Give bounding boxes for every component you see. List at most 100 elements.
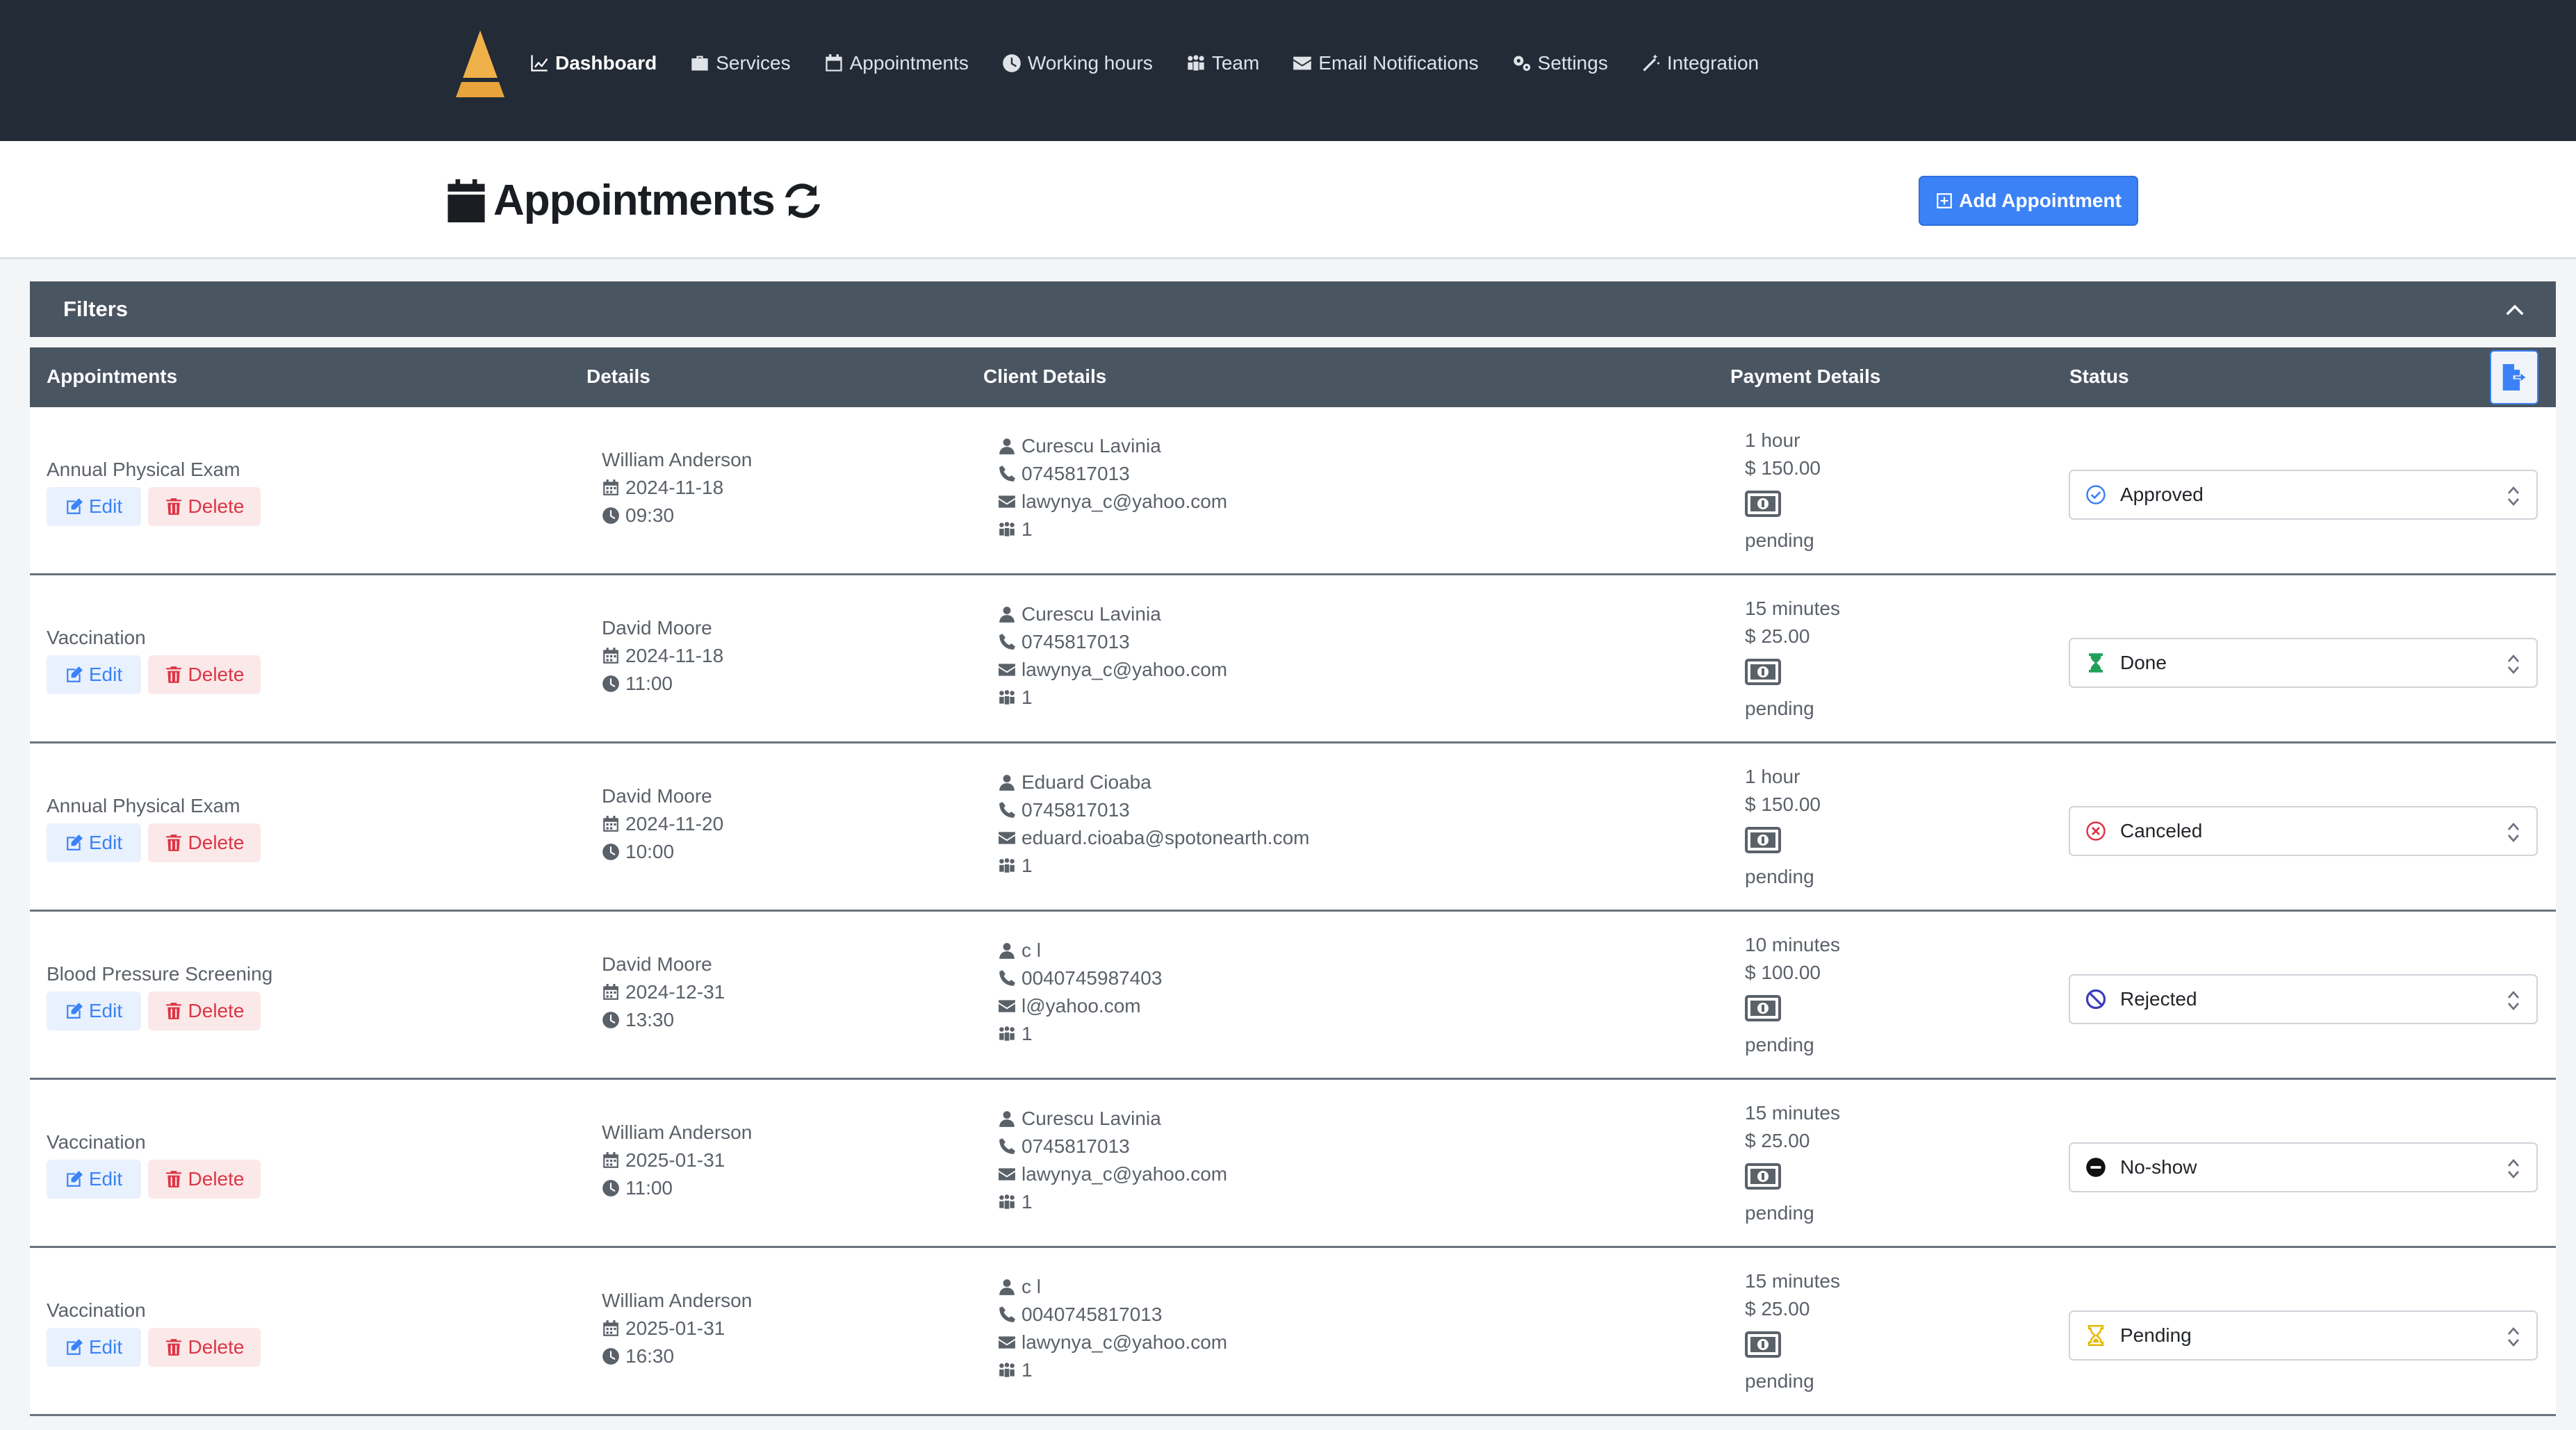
column-header-client-details[interactable]: Client Details [983,365,1106,388]
client-persons: 1 [998,1023,1033,1045]
column-header-payment-details[interactable]: Payment Details [1730,365,1880,388]
service-duration: 15 minutes [1745,598,1840,619]
service-price: $ 100.00 [1745,962,1821,983]
nav-item-working-hours[interactable]: Working hours [1002,52,1153,74]
briefcase-icon [691,56,708,71]
status-select[interactable]: Rejected [2069,974,2538,1024]
column-header-appointments[interactable]: Appointments [47,365,177,388]
phone-icon [999,1138,1015,1154]
status-select[interactable]: Done [2069,638,2538,688]
column-header-details[interactable]: Details [586,365,650,388]
edit-label: Edit [88,1336,123,1358]
plus-square-icon [1937,193,1952,208]
client-email-text: lawynya_c@yahoo.com [1022,659,1228,680]
delete-button[interactable]: Delete [148,655,261,694]
client-phone: 0745817013 [998,631,1130,653]
refresh-icon[interactable] [782,180,823,222]
nav-item-settings[interactable]: Settings [1512,52,1608,74]
delete-button[interactable]: Delete [148,823,261,862]
service-duration: 15 minutes [1745,1102,1840,1124]
delete-button[interactable]: Delete [148,1328,261,1367]
chevron-up-down-icon [2508,655,2519,674]
delete-button[interactable]: Delete [148,992,261,1030]
nav-item-integration[interactable]: Integration [1641,52,1759,74]
client-name: c l [998,939,1041,962]
status-select[interactable]: Pending [2069,1310,2538,1361]
edit-button[interactable]: Edit [47,992,141,1030]
service-price: $ 25.00 [1745,1298,1810,1320]
chevron-up-down-icon [2508,823,2519,842]
appointment-time: 10:00 [602,841,674,863]
file-export-icon [2502,364,2526,391]
delete-button[interactable]: Delete [148,487,261,526]
client-name: Curescu Lavinia [998,435,1161,457]
client-phone-text: 0040745817013 [1022,1304,1163,1325]
client-persons-text: 1 [1022,687,1033,708]
envelope-icon [999,832,1015,844]
payment-status: pending [1745,529,1814,551]
edit-label: Edit [88,664,123,685]
appointment-time: 13:30 [602,1009,674,1031]
ban-icon [2085,989,2106,1010]
date-text: 2024-12-31 [625,981,725,1003]
date-text: 2024-11-18 [625,645,724,666]
edit-button[interactable]: Edit [47,823,141,862]
appointment-date: 2024-12-31 [602,981,725,1003]
edit-button[interactable]: Edit [47,487,141,526]
client-phone-text: 0040745987403 [1022,967,1163,989]
status-select[interactable]: No-show [2069,1142,2538,1192]
edit-icon [67,1171,83,1187]
nav-label: Appointments [849,52,969,74]
client-name-text: Curescu Lavinia [1022,435,1161,457]
client-persons: 1 [998,518,1033,541]
delete-label: Delete [188,1000,245,1021]
delete-label: Delete [188,664,245,685]
appointment-time: 16:30 [602,1345,674,1367]
money-bill-icon [1745,491,1781,517]
status-select[interactable]: Approved [2069,470,2538,520]
user-icon [999,943,1015,959]
calendar-icon [603,984,618,1000]
staff-name: William Anderson [602,1121,753,1143]
staff-name: William Anderson [602,449,753,470]
logo-icon[interactable] [456,31,504,97]
filters-toggle[interactable]: Filters [30,281,2556,337]
page-title-text: Appointments [493,176,776,224]
client-phone: 0040745817013 [998,1304,1162,1326]
nav-item-dashboard[interactable]: Dashboard [530,52,657,74]
edit-button[interactable]: Edit [47,1328,141,1367]
chevron-up-down-icon [2508,486,2519,506]
client-persons-text: 1 [1022,1359,1033,1381]
calendar-icon [603,1320,618,1336]
nav-item-team[interactable]: Team [1186,52,1259,74]
delete-button[interactable]: Delete [148,1160,261,1199]
time-text: 11:00 [625,1177,673,1199]
edit-button[interactable]: Edit [47,1160,141,1199]
delete-label: Delete [188,1168,245,1190]
table-row: Vaccination Edit Delete David Moore 2024… [30,575,2556,743]
service-duration: 1 hour [1745,429,1800,451]
column-header-status[interactable]: Status [2069,365,2129,388]
appointment-time: 09:30 [602,504,674,527]
nav-item-services[interactable]: Services [690,52,791,74]
payment-status: pending [1745,866,1814,887]
client-persons-text: 1 [1022,855,1033,876]
nav-label: Dashboard [555,52,657,74]
nav-item-email-notifications[interactable]: Email Notifications [1293,52,1479,74]
appointment-date: 2024-11-18 [602,645,723,667]
nav-item-appointments[interactable]: Appointments [824,52,969,74]
envelope-icon [999,1168,1015,1181]
service-name: Annual Physical Exam [47,459,240,480]
export-button[interactable] [2490,350,2538,404]
status-select[interactable]: Canceled [2069,806,2538,856]
table-row: Vaccination Edit Delete William Anderson… [30,1080,2556,1248]
payment-status: pending [1745,698,1814,719]
edit-button[interactable]: Edit [47,655,141,694]
client-name: Curescu Lavinia [998,1108,1161,1130]
client-email-text: lawynya_c@yahoo.com [1022,1331,1228,1353]
appointment-time: 11:00 [602,1177,673,1199]
date-text: 2025-01-31 [625,1149,725,1171]
add-appointment-button[interactable]: Add Appointment [1919,176,2138,226]
trash-icon [165,498,181,515]
client-email: eduard.cioaba@spotonearth.com [998,827,1309,849]
